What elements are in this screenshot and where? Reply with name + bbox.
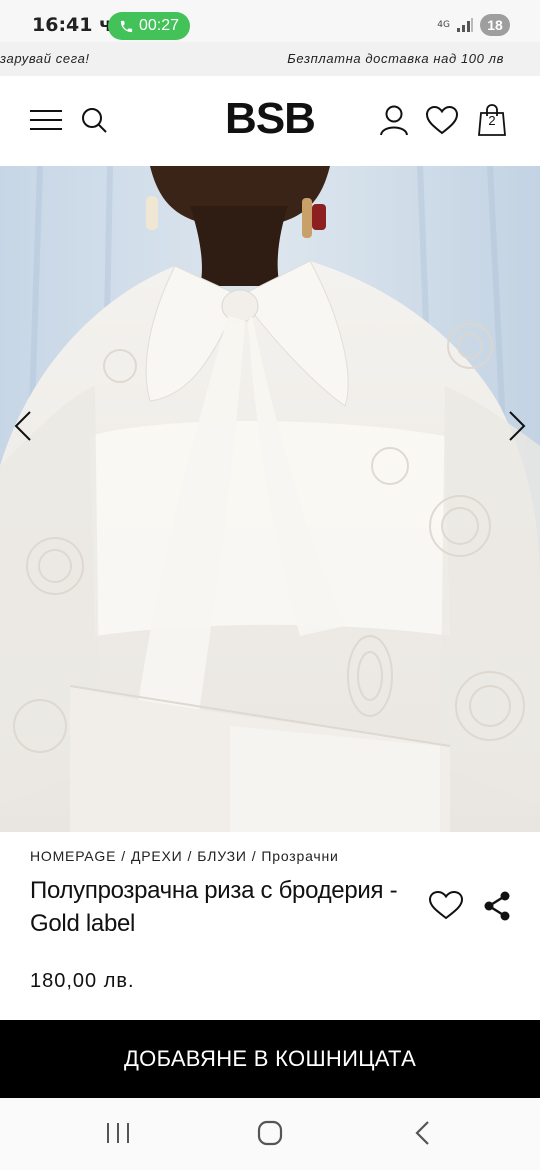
status-time: 16:41 ч. (32, 14, 120, 36)
call-duration: 00:27 (138, 17, 180, 34)
heart-icon (428, 890, 464, 920)
phone-icon (120, 20, 133, 32)
wishlist-button[interactable] (424, 102, 460, 138)
breadcrumb-separator: / (187, 848, 193, 864)
previous-image-button[interactable] (8, 406, 38, 446)
home-icon (257, 1120, 283, 1146)
promo-text-left[interactable]: зарувай сега! (0, 51, 90, 66)
product-photo (0, 166, 540, 832)
cart-count-badge: 2 (488, 113, 496, 128)
promo-text-free-shipping[interactable]: Безплатна доставка над 100 лв (287, 51, 504, 66)
breadcrumb-clothes[interactable]: ДРЕХИ (131, 848, 183, 864)
network-type: 4G (437, 19, 450, 30)
back-button[interactable] (402, 1116, 442, 1150)
add-to-wishlist-button[interactable] (428, 890, 464, 922)
recent-apps-icon (107, 1123, 129, 1143)
product-image-gallery[interactable] (0, 166, 540, 832)
recent-apps-button[interactable] (98, 1116, 138, 1150)
product-price: 180,00 лв. (30, 970, 135, 992)
system-navigation-bar (0, 1098, 540, 1170)
chevron-left-icon (14, 411, 31, 441)
ongoing-call-pill[interactable]: 00:27 (108, 12, 190, 40)
breadcrumb: HOMEPAGE / ДРЕХИ / БЛУЗИ / Прозрачни (30, 848, 339, 864)
product-title: Полупрозрачна риза с бродерия - Gold lab… (30, 877, 398, 937)
breadcrumb-separator: / (121, 848, 126, 864)
user-icon (380, 105, 408, 136)
next-image-button[interactable] (502, 406, 532, 446)
home-button[interactable] (250, 1116, 290, 1150)
chevron-right-icon (509, 411, 526, 441)
battery-level: 18 (480, 14, 510, 36)
site-header: BSB 2 (0, 76, 540, 166)
status-indicators: 4G 18 (437, 14, 510, 36)
heart-icon (425, 105, 459, 135)
share-icon (484, 891, 510, 921)
account-button[interactable] (376, 102, 412, 138)
breadcrumb-blouses[interactable]: БЛУЗИ (197, 848, 246, 864)
cart-button[interactable]: 2 (474, 102, 510, 138)
promo-bar: зарувай сега! Безплатна доставка над 100… (0, 42, 540, 76)
signal-icon (457, 18, 473, 32)
breadcrumb-homepage[interactable]: HOMEPAGE (30, 848, 116, 864)
share-button[interactable] (482, 890, 514, 924)
add-to-cart-button[interactable]: ДОБАВЯНЕ В КОШНИЦАТА (0, 1020, 540, 1098)
back-icon (415, 1121, 429, 1145)
breadcrumb-sheer[interactable]: Прозрачни (261, 848, 338, 864)
breadcrumb-separator: / (251, 848, 257, 864)
